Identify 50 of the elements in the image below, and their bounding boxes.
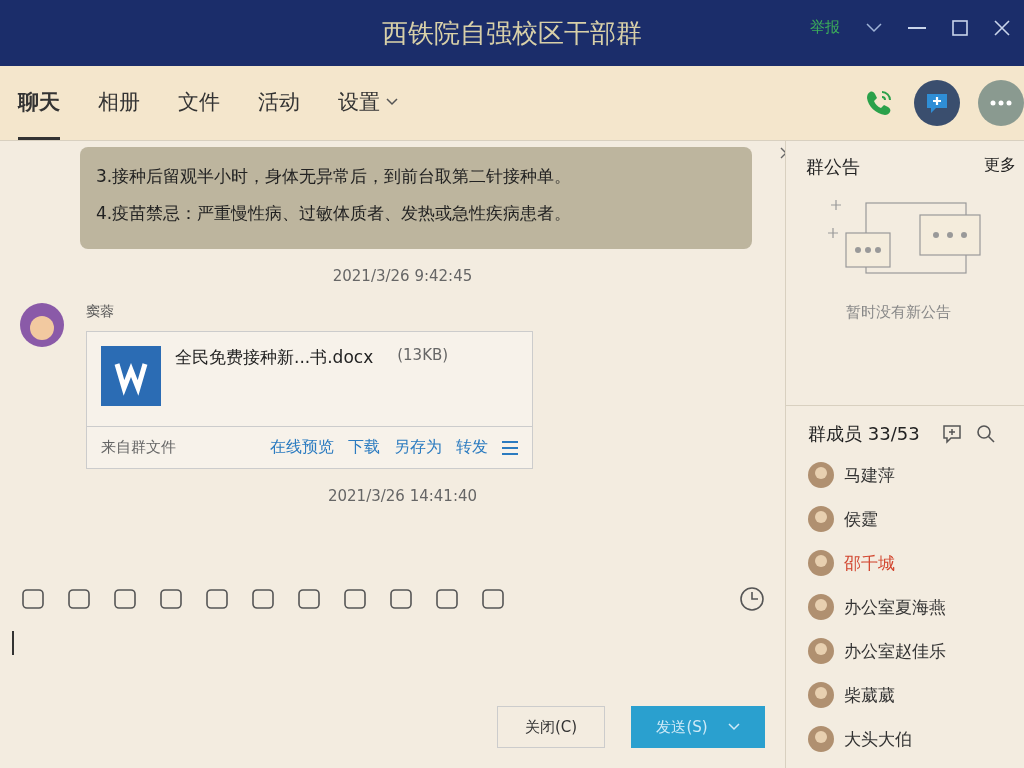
clock-icon[interactable] [739,586,765,612]
menu-icon[interactable] [502,440,518,455]
file-action-link[interactable]: 转发 [456,437,488,458]
maximize-icon[interactable] [952,19,968,36]
caret-icon[interactable] [866,22,882,33]
tab[interactable]: 文件 [178,66,220,140]
file-name: 全民免费接种新...书.docx [175,346,374,369]
avatar-icon [808,594,834,620]
file-source: 来自群文件 [101,438,176,457]
caret-icon[interactable] [386,97,398,106]
timestamp: 2021/3/26 14:41:40 [326,487,479,505]
avatar-icon [808,506,834,532]
close-button[interactable]: 关闭(C) [497,706,605,748]
section-title: 群公告 [806,155,860,179]
avatar-icon [808,462,834,488]
member-name[interactable]: 大头大伯 [844,727,912,751]
member-name[interactable]: 侯霆 [844,507,878,531]
add-comment-icon[interactable] [941,424,962,444]
file-action-link[interactable]: 在线预览 [270,437,334,458]
search-icon[interactable] [975,424,996,444]
message-text: 4.疫苗禁忌：严重慢性病、过敏体质者、发热或急性疾病患者。 [96,202,573,225]
tab[interactable]: 设置 [338,66,398,140]
message-text: 3.接种后留观半小时，身体无异常后，到前台取第二针接种单。 [96,165,573,188]
minimize-icon[interactable] [908,26,926,29]
window-title: 西铁院自强校区干部群 [382,16,642,50]
text-cursor [12,631,14,655]
sender-name: 窦蓉 [86,303,115,321]
section-title: 群成员 33/53 [808,422,920,446]
file-size: (13KB) [397,346,449,364]
avatar-icon [808,682,834,708]
avatar-icon [20,303,64,347]
tab[interactable]: 相册 [98,66,140,140]
member-name[interactable]: 柴葳葳 [844,683,895,707]
avatar-icon [808,550,834,576]
tab[interactable]: 活动 [258,66,300,140]
chat-add-icon[interactable] [914,80,960,126]
file-action-link[interactable]: 另存为 [394,437,442,458]
empty-announcement-text: 暂时没有新公告 [846,303,952,322]
word-file-icon [101,346,161,406]
file-action-link[interactable]: 下载 [348,437,380,458]
member-name[interactable]: 办公室夏海燕 [844,595,946,619]
member-name[interactable]: 办公室赵佳乐 [844,639,946,663]
tab[interactable]: 聊天 [18,66,60,140]
report-link[interactable]: 举报 [810,18,840,37]
member-name[interactable]: 马建萍 [844,463,895,487]
member-name[interactable]: 邵千城 [844,551,895,575]
timestamp: 2021/3/26 9:42:45 [331,267,474,285]
avatar-icon [808,726,834,752]
more-link[interactable]: 更多 [984,155,1016,179]
avatar-icon [808,638,834,664]
